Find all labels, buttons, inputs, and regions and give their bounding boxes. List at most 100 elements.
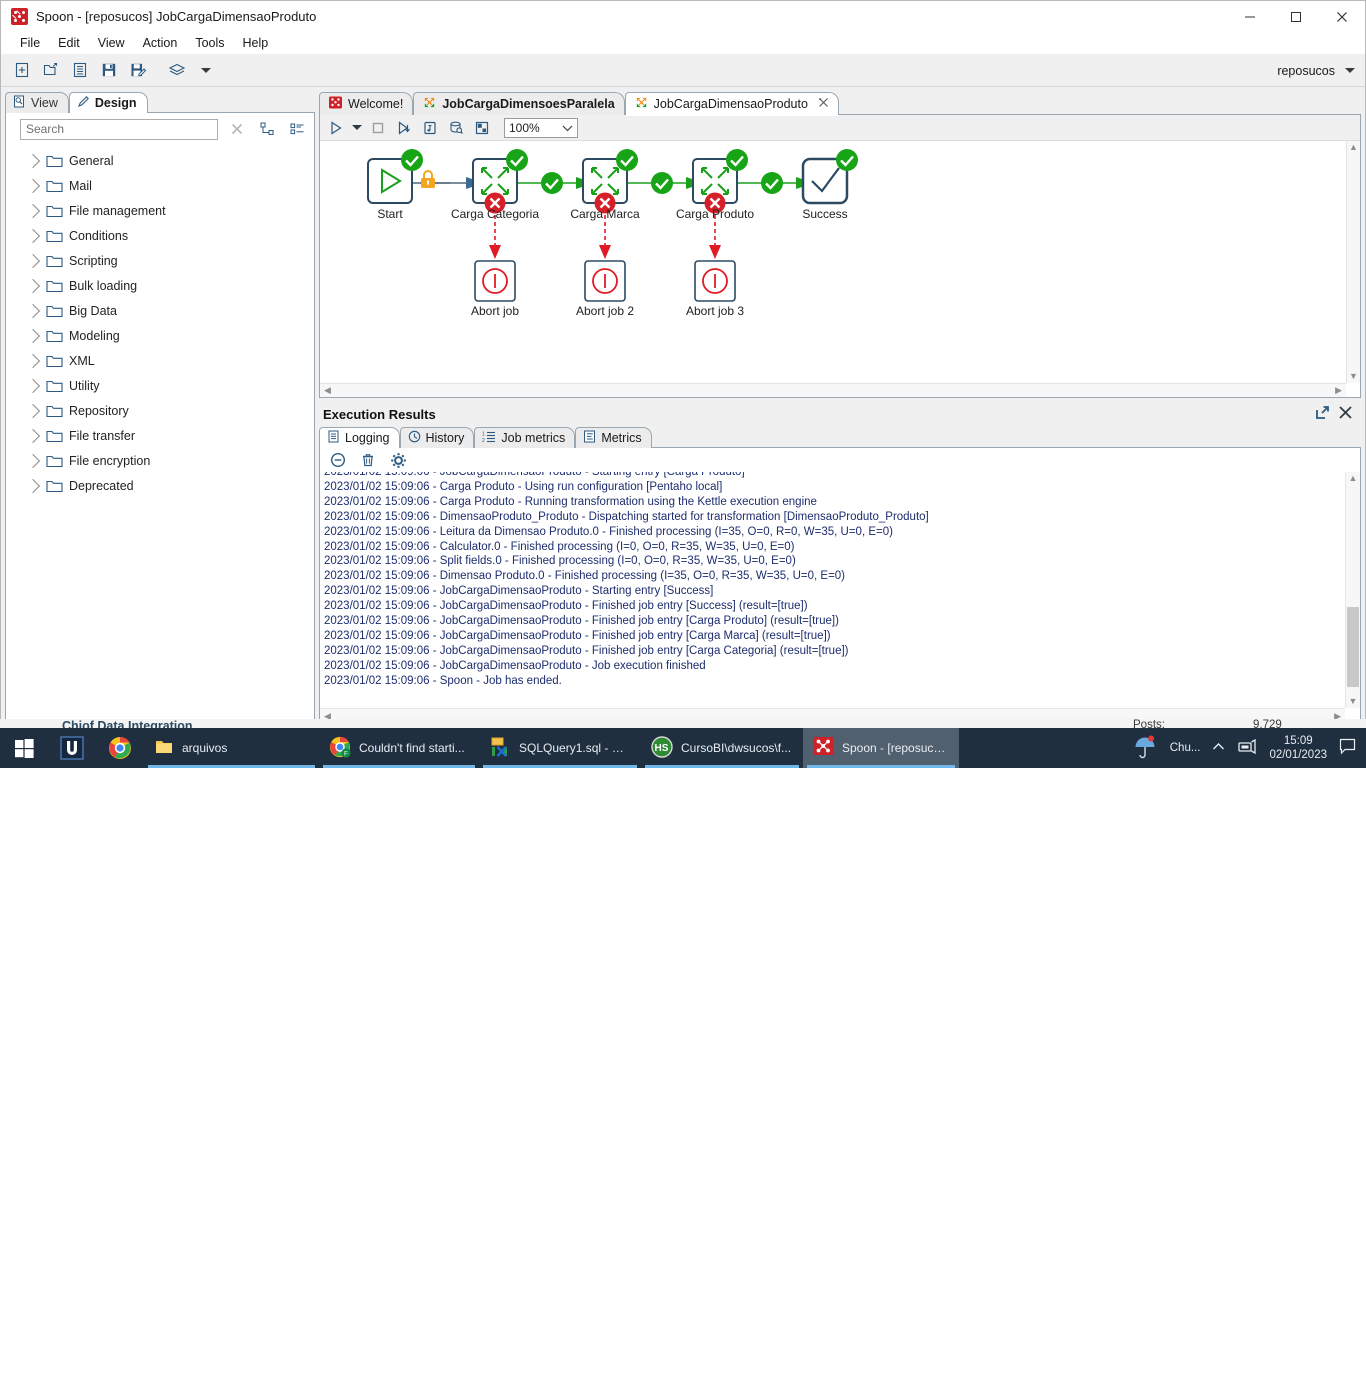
canvas-scroll-down-icon[interactable]: ▼ (1347, 370, 1360, 383)
new-file-icon[interactable] (9, 57, 35, 83)
sidebar-item-file-transfer[interactable]: File transfer (6, 423, 314, 448)
stop-icon[interactable] (366, 117, 390, 139)
menu-edit[interactable]: Edit (49, 32, 89, 54)
chevron-right-icon[interactable] (25, 203, 41, 218)
show-grid-icon[interactable] (470, 117, 494, 139)
taskbar-item-chrome[interactable]: F Couldn't find starti... (319, 728, 479, 768)
sidebar-item-modeling[interactable]: Modeling (6, 323, 314, 348)
zoom-select[interactable]: 100% (504, 117, 578, 138)
explore-repository-icon[interactable] (67, 57, 93, 83)
chevron-right-icon[interactable] (25, 253, 41, 268)
sql-script-icon[interactable] (418, 117, 442, 139)
network-icon[interactable] (1237, 738, 1257, 758)
chevron-right-icon[interactable] (25, 178, 41, 193)
sidebar-item-deprecated[interactable]: Deprecated (6, 473, 314, 498)
taskbar-clock[interactable]: 15:09 02/01/2023 (1269, 734, 1327, 762)
chevron-right-icon[interactable] (25, 428, 41, 443)
clear-x-icon[interactable] (226, 118, 248, 140)
search-input[interactable] (20, 118, 218, 140)
save-icon[interactable] (96, 57, 122, 83)
menu-help[interactable]: Help (234, 32, 278, 54)
sidebar-item-bulk-loading[interactable]: Bulk loading (6, 273, 314, 298)
chevron-right-icon[interactable] (25, 303, 41, 318)
chevron-right-icon[interactable] (25, 228, 41, 243)
chevron-right-icon[interactable] (25, 353, 41, 368)
tab-job-metrics[interactable]: 1 2 Job metrics (474, 427, 576, 448)
sidebar-item-repository[interactable]: Repository (6, 398, 314, 423)
menu-action[interactable]: Action (134, 32, 187, 54)
chrome-icon[interactable] (96, 728, 144, 768)
menu-file[interactable]: File (11, 32, 49, 54)
zoom-caret-icon[interactable] (562, 121, 573, 135)
dropdown-caret-icon[interactable] (193, 57, 219, 83)
delete-log-icon[interactable] (358, 450, 378, 470)
sidebar-item-xml[interactable]: XML (6, 348, 314, 373)
sidebar-item-big-data[interactable]: Big Data (6, 298, 314, 323)
menu-tools[interactable]: Tools (186, 32, 233, 54)
action-center-icon[interactable] (1339, 738, 1356, 758)
canvas-scroll-up-icon[interactable]: ▲ (1347, 141, 1360, 154)
canvas-scroll-left-icon[interactable]: ◀ (322, 384, 333, 397)
tab-metrics[interactable]: Metrics (575, 427, 652, 448)
tab-history[interactable]: History (399, 427, 475, 448)
open-file-icon[interactable] (38, 57, 64, 83)
log-viewport[interactable]: 2023/01/02 15:09:06 - JobCargaDimensaoPr… (320, 472, 1360, 723)
chevron-right-icon[interactable] (25, 478, 41, 493)
log-scroll-up-icon[interactable]: ▲ (1347, 472, 1360, 485)
clear-log-icon[interactable] (328, 450, 348, 470)
tray-chevron-up-icon[interactable] (1212, 742, 1225, 755)
database-explore-icon[interactable] (444, 117, 468, 139)
tab-jobcargadimensoesparalela[interactable]: JobCargaDimensoesParalela (413, 92, 625, 115)
layers-icon[interactable] (164, 57, 190, 83)
close-panel-icon[interactable] (1338, 405, 1353, 423)
canvas-vertical-scrollbar[interactable]: ▲ ▼ (1346, 141, 1360, 383)
tab-jobcargadimensaoproduto[interactable]: JobCargaDimensaoProduto (624, 92, 839, 116)
canvas-scroll-right-icon[interactable]: ▶ (1333, 384, 1344, 397)
tab-design[interactable]: Design (68, 92, 148, 114)
canvas-horizontal-scrollbar[interactable]: ◀ ▶ (320, 383, 1346, 397)
maximize-panel-icon[interactable] (1315, 405, 1330, 423)
tab-welcome[interactable]: Welcome! (319, 92, 414, 115)
sidebar-item-conditions[interactable]: Conditions (6, 223, 314, 248)
run-icon[interactable] (324, 117, 348, 139)
sidebar-item-general[interactable]: General (6, 148, 314, 173)
log-vertical-scrollbar[interactable]: ▲ ▼ (1345, 472, 1360, 708)
weather-label[interactable]: Chu... (1170, 742, 1201, 754)
taskbar-item-ssms[interactable]: SQLQuery1.sql - DE... (479, 728, 641, 768)
log-scroll-down-icon[interactable]: ▼ (1347, 695, 1360, 708)
chevron-right-icon[interactable] (25, 328, 41, 343)
tab-logging[interactable]: Logging (319, 427, 400, 449)
minimize-button[interactable] (1227, 1, 1273, 32)
taskbar-item-spoon[interactable]: Spoon - [reposucos... (803, 728, 959, 768)
taskbar-item-hs[interactable]: HS CursoBI\dwsucos\f... (641, 728, 803, 768)
job-canvas[interactable]: Start Carga Categoria Carga Marca Carga … (320, 141, 1360, 397)
log-settings-icon[interactable] (388, 450, 408, 470)
tab-view[interactable]: View (5, 92, 69, 113)
log-scroll-thumb[interactable] (1347, 607, 1359, 687)
save-as-icon[interactable] (125, 57, 151, 83)
collapse-all-icon[interactable] (256, 118, 278, 140)
menu-view[interactable]: View (89, 32, 134, 54)
unetbootin-u-icon[interactable] (48, 728, 96, 768)
sidebar-item-utility[interactable]: Utility (6, 373, 314, 398)
run-dropdown-caret-icon[interactable] (350, 117, 364, 139)
weather-umbrella-icon[interactable] (1132, 734, 1158, 763)
sidebar-item-mail[interactable]: Mail (6, 173, 314, 198)
chevron-right-icon[interactable] (25, 278, 41, 293)
pause-resume-icon[interactable] (392, 117, 416, 139)
repository-caret-icon[interactable] (1345, 68, 1355, 73)
sidebar-item-scripting[interactable]: Scripting (6, 248, 314, 273)
sidebar-item-file-encryption[interactable]: File encryption (6, 448, 314, 473)
chevron-right-icon[interactable] (25, 403, 41, 418)
sidebar-item-file-management[interactable]: File management (6, 198, 314, 223)
windows-start-icon[interactable] (0, 728, 48, 768)
tab-close-icon[interactable] (818, 97, 829, 111)
chevron-right-icon[interactable] (25, 153, 41, 168)
repository-selector[interactable]: reposucos (1277, 54, 1355, 87)
taskbar-item-arquivos[interactable]: arquivos (144, 728, 319, 768)
maximize-button[interactable] (1273, 1, 1319, 32)
close-button[interactable] (1319, 1, 1365, 32)
chevron-right-icon[interactable] (25, 453, 41, 468)
chevron-right-icon[interactable] (25, 378, 41, 393)
expand-all-icon[interactable] (286, 118, 308, 140)
